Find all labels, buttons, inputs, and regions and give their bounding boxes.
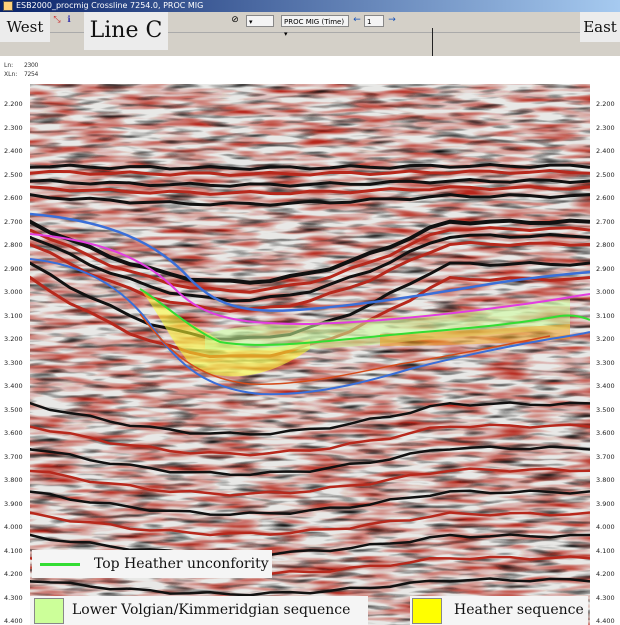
- light-green-swatch: [34, 598, 64, 624]
- east-label: East: [580, 12, 620, 42]
- time-tick-label: 3.800: [596, 476, 615, 485]
- ln-ticks: 2300: [24, 62, 590, 69]
- time-tick-label: 2.400: [4, 147, 23, 156]
- time-tick-label: 4.400: [4, 617, 23, 625]
- time-tick-label: 2.800: [4, 241, 23, 250]
- time-tick-label: 3.200: [596, 335, 615, 344]
- app-icon: [3, 1, 13, 11]
- time-tick-label: 3.700: [596, 452, 615, 461]
- time-tick-label: 4.200: [596, 570, 615, 579]
- color-select[interactable]: ▾: [246, 15, 274, 27]
- time-tick-label: 4.400: [596, 617, 615, 625]
- time-tick-label: 3.400: [596, 382, 615, 391]
- time-axis-left: 2.200 2.300 2.400 2.500 2.600 2.700 2.800 2.900…: [0, 84, 30, 625]
- time-tick-label: 4.200: [4, 570, 23, 579]
- xln-label: XLn:: [4, 71, 18, 78]
- prev-arrow-icon[interactable]: ←: [352, 15, 362, 25]
- time-tick-label: 3.900: [4, 499, 23, 508]
- seismic-svg: [30, 84, 590, 625]
- time-tick-label: 4.000: [596, 523, 615, 532]
- legend-item-unconformity: Top Heather unconfority: [32, 550, 272, 578]
- xln-value: 7254: [24, 71, 39, 78]
- time-tick-label: 3.500: [596, 405, 615, 414]
- time-tick-label: 2.300: [596, 123, 615, 132]
- time-tick-label: 3.400: [4, 382, 23, 391]
- time-tick-label: 4.100: [596, 546, 615, 555]
- next-arrow-icon[interactable]: →: [387, 15, 397, 25]
- time-tick-label: 2.900: [4, 264, 23, 273]
- zoom-icon[interactable]: ⤡: [52, 15, 62, 25]
- time-tick-label: 3.600: [596, 429, 615, 438]
- time-tick-label: 3.100: [4, 311, 23, 320]
- time-tick-label: 3.100: [596, 311, 615, 320]
- time-tick-label: 3.900: [596, 499, 615, 508]
- time-tick-label: 2.500: [596, 170, 615, 179]
- line-label: Line C: [84, 12, 168, 50]
- green-line-swatch: [40, 563, 80, 566]
- west-label: West: [0, 12, 50, 42]
- seismic-section[interactable]: [30, 84, 590, 625]
- time-tick-label: 4.300: [4, 593, 23, 602]
- time-tick-label: 3.800: [4, 476, 23, 485]
- paint-icon[interactable]: ⊘: [230, 15, 240, 25]
- time-tick-label: 4.300: [596, 593, 615, 602]
- legend-item-heather: Heather sequence: [410, 596, 588, 625]
- time-tick-label: 2.700: [596, 217, 615, 226]
- time-tick-label: 2.600: [596, 194, 615, 203]
- time-tick-label: 2.200: [596, 100, 615, 108]
- time-tick-label: 3.600: [4, 429, 23, 438]
- legend-label-unconformity: Top Heather unconfority: [94, 556, 269, 572]
- time-tick-label: 2.300: [4, 123, 23, 132]
- yellow-swatch: [412, 598, 442, 624]
- data-select-value: PROC MIG (Time): [284, 18, 345, 26]
- time-tick-label: 2.900: [596, 264, 615, 273]
- trace-header: Ln: XLn: 2300 7254: [0, 56, 620, 84]
- time-tick-label: 2.500: [4, 170, 23, 179]
- ln-label: Ln:: [4, 62, 14, 69]
- time-tick-label: 2.800: [596, 241, 615, 250]
- time-tick-label: 2.700: [4, 217, 23, 226]
- legend-item-kimmeridgian: Lower Volgian/Kimmeridgian sequence: [30, 596, 368, 625]
- time-tick-label: 3.500: [4, 405, 23, 414]
- time-tick-label: 2.400: [596, 147, 615, 156]
- time-tick-label: 2.600: [4, 194, 23, 203]
- info-icon[interactable]: ℹ: [64, 15, 74, 25]
- window-title: ESB2000_procmig Crossline 7254.0, PROC M…: [16, 1, 204, 10]
- time-tick-label: 3.000: [596, 288, 615, 297]
- time-tick-label: 4.000: [4, 523, 23, 532]
- title-bar: ESB2000_procmig Crossline 7254.0, PROC M…: [0, 0, 620, 12]
- time-tick-label: 3.300: [4, 358, 23, 367]
- time-tick-label: 4.100: [4, 546, 23, 555]
- page-input[interactable]: 1: [364, 15, 384, 27]
- legend-label-heather: Heather sequence: [454, 602, 584, 618]
- location-marker: [432, 28, 433, 58]
- xln-ticks: 7254: [24, 71, 590, 78]
- data-select[interactable]: PROC MIG (Time) ▾: [281, 15, 349, 38]
- time-tick-label: 3.000: [4, 288, 23, 297]
- legend-label-kimmeridgian: Lower Volgian/Kimmeridgian sequence: [72, 602, 351, 618]
- time-tick-label: 3.200: [4, 335, 23, 344]
- time-tick-label: 2.200: [4, 100, 23, 108]
- time-axis-right: 2.200 2.300 2.400 2.500 2.600 2.700 2.800 2.900…: [590, 84, 620, 625]
- ln-value: 2300: [24, 62, 39, 69]
- time-tick-label: 3.300: [596, 358, 615, 367]
- time-tick-label: 3.700: [4, 452, 23, 461]
